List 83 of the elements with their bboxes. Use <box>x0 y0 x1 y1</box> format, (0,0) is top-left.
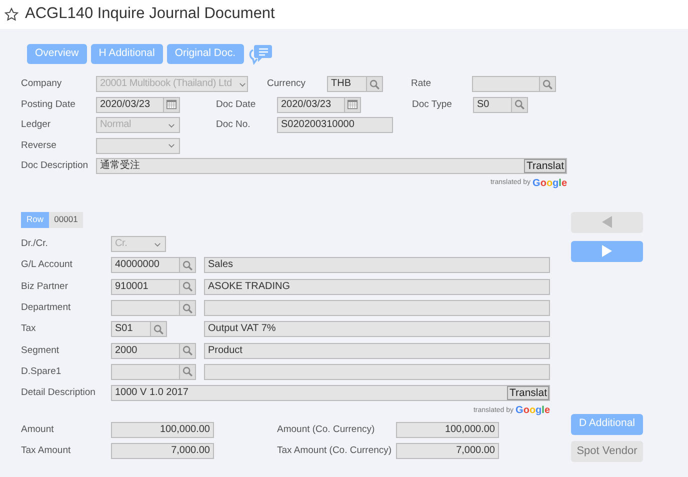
chevron-down-icon <box>168 124 174 128</box>
amount-field: 100,000.00 <box>111 422 214 438</box>
left-triangle-icon <box>602 216 612 228</box>
amount-field: 7,000.00 <box>111 442 214 459</box>
lookup-field[interactable] <box>472 76 556 92</box>
search-button[interactable] <box>179 364 195 379</box>
search-icon <box>182 303 192 314</box>
date-field[interactable]: 2020/03/23 <box>277 96 361 113</box>
lookup-field[interactable]: 910001 <box>111 278 196 295</box>
side-button[interactable]: Spot Vendor <box>571 440 643 462</box>
field-label: Dr./Cr. <box>21 237 49 252</box>
lookup-field[interactable] <box>111 364 196 380</box>
search-icon <box>182 282 192 292</box>
page-title: ACGL140 Inquire Journal Document <box>25 5 275 24</box>
date-field[interactable]: 2020/03/23 <box>96 96 180 113</box>
text-field[interactable]: S020200310000 <box>277 117 393 134</box>
lookup-field[interactable]: 40000000 <box>111 257 196 274</box>
description-field[interactable]: 1000 V 1.0 2017 Translat <box>111 385 550 402</box>
dropdown-field[interactable] <box>96 138 180 154</box>
description-field: Output VAT 7% <box>204 321 550 338</box>
field-label: Tax Amount (Co. Currency) <box>277 444 393 458</box>
google-logo: Google <box>516 404 550 418</box>
search-button[interactable] <box>366 77 382 92</box>
search-icon <box>370 80 380 90</box>
field-label: D.Spare1 <box>21 364 62 379</box>
row-number: 00001 <box>49 212 83 228</box>
translate-button[interactable]: Translat <box>524 159 566 174</box>
search-button[interactable] <box>539 77 555 92</box>
search-icon <box>154 324 164 334</box>
amount-field: 100,000.00 <box>396 422 499 438</box>
description-field: ASOKE TRADING <box>204 278 550 295</box>
field-label: Doc Date <box>216 98 257 112</box>
search-icon <box>182 367 192 377</box>
description-field[interactable]: 通常受注 Translat <box>96 158 567 174</box>
field-label: Rate <box>411 77 432 92</box>
search-button[interactable] <box>179 258 195 272</box>
google-logo: Google <box>532 177 567 191</box>
search-icon <box>182 346 192 356</box>
search-icon <box>182 260 192 270</box>
lookup-field[interactable]: S0 <box>473 96 528 113</box>
field-label: Doc Description <box>21 159 90 174</box>
field-label: Doc No. <box>216 118 252 132</box>
field-label: Tax <box>21 322 37 336</box>
field-label: Company <box>21 77 63 92</box>
lookup-field[interactable]: S01 <box>111 321 167 338</box>
search-icon <box>514 100 524 110</box>
field-label: Currency <box>267 77 307 92</box>
calendar-icon <box>347 100 358 110</box>
amount-field: 7,000.00 <box>396 442 499 459</box>
search-button[interactable] <box>150 322 166 336</box>
search-button[interactable] <box>511 98 527 112</box>
lookup-field[interactable]: 2000 <box>111 342 196 359</box>
field-label: Detail Description <box>21 386 96 400</box>
translate-button[interactable]: Translat <box>507 386 549 400</box>
field-label: Doc Type <box>412 98 453 112</box>
chevron-down-icon <box>240 82 246 86</box>
search-button[interactable] <box>179 301 195 316</box>
next-button[interactable] <box>571 240 643 262</box>
description-field: Sales <box>204 257 550 274</box>
star-icon[interactable] <box>4 7 19 22</box>
field-label: Segment <box>21 344 60 358</box>
lookup-field[interactable] <box>111 300 196 316</box>
calendar-icon <box>166 100 177 110</box>
calendar-button[interactable] <box>344 98 360 112</box>
search-button[interactable] <box>179 280 195 294</box>
field-label: Amount (Co. Currency) <box>277 422 376 437</box>
chevron-down-icon <box>154 242 160 246</box>
search-icon <box>542 80 552 90</box>
calendar-button[interactable] <box>163 98 179 112</box>
search-button[interactable] <box>179 344 195 358</box>
field-label: G/L Account <box>21 258 74 272</box>
description-field: Product <box>204 342 550 359</box>
field-label: Tax Amount <box>21 444 72 458</box>
chat-bubble-icon[interactable] <box>248 44 272 64</box>
right-triangle-icon <box>602 245 612 257</box>
field-label: Ledger <box>21 118 52 132</box>
field-label: Biz Partner <box>21 280 69 294</box>
field-label: Department <box>21 300 72 315</box>
field-label: Posting Date <box>21 98 76 112</box>
field-label: Amount <box>21 422 55 437</box>
lookup-field[interactable]: THB <box>327 76 383 92</box>
field-label: Reverse <box>21 138 58 153</box>
chevron-down-icon <box>168 144 174 148</box>
